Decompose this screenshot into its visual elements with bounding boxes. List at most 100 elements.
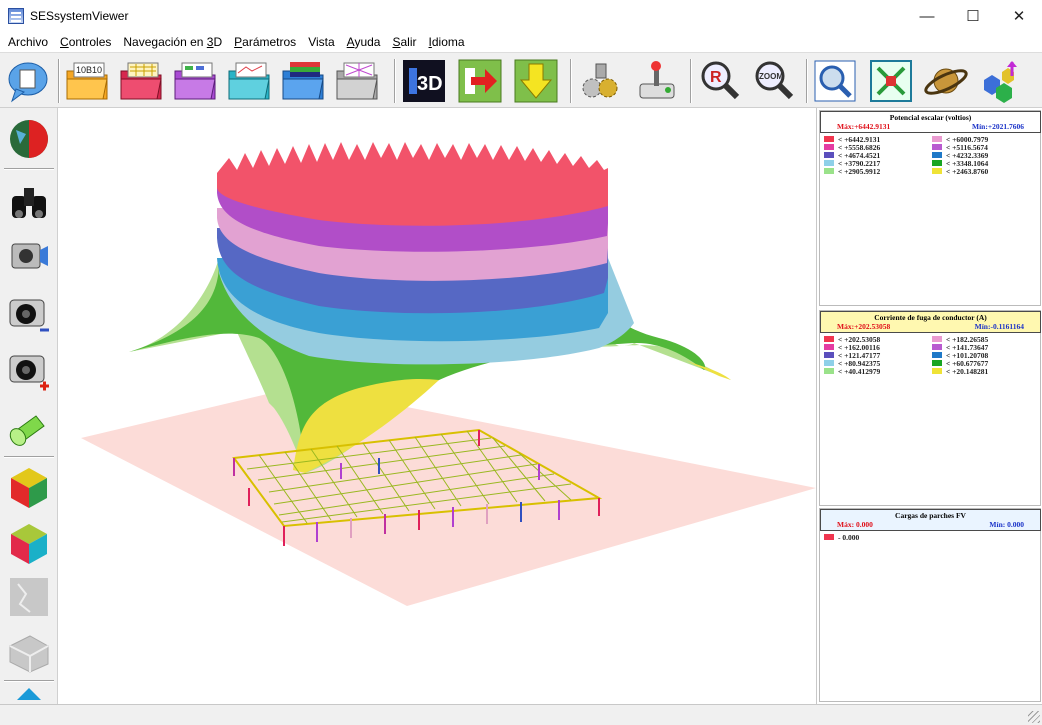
open-map-button[interactable]: [226, 57, 274, 105]
resize-grip-icon[interactable]: [1028, 711, 1040, 723]
color-swatch: [824, 360, 834, 366]
menu-salir[interactable]: Salir: [386, 35, 422, 49]
joystick-icon: [639, 61, 675, 99]
rotate-zoom-button[interactable]: R: [696, 57, 744, 105]
cube-red-button[interactable]: [4, 462, 54, 512]
cubes-up-icon: [984, 61, 1017, 103]
menu-archivo[interactable]: Archivo: [2, 35, 54, 49]
flashlight-icon: [9, 415, 45, 446]
camera-zoom-out-button[interactable]: [4, 288, 54, 338]
legend-title: Cargas de parches FV: [895, 511, 966, 520]
menu-parametros[interactable]: Parámetros: [228, 35, 302, 49]
menu-ayuda[interactable]: Ayuda: [341, 35, 387, 49]
color-swatch: [932, 168, 942, 174]
half-sphere-button[interactable]: [4, 114, 54, 164]
maximize-button[interactable]: ☐: [950, 0, 996, 32]
legend-row: < +2463.8760: [932, 167, 1040, 176]
app-icon: [8, 8, 24, 24]
cubes-up-button[interactable]: [976, 57, 1024, 105]
fit-window-button[interactable]: [868, 57, 916, 105]
open-data-button[interactable]: 10B10: [64, 57, 112, 105]
svg-text:10B10: 10B10: [76, 65, 102, 75]
zoom-icon: ZOOM: [755, 61, 794, 100]
color-swatch: [932, 336, 942, 342]
menu-vista[interactable]: Vista: [302, 35, 340, 49]
open-stack-button[interactable]: [280, 57, 328, 105]
legend-row: < +20.148281: [932, 367, 1040, 376]
menu-idioma[interactable]: Idioma: [423, 35, 471, 49]
color-swatch: [932, 144, 942, 150]
disabled-brick-icon: [9, 635, 49, 673]
joystick-button[interactable]: [632, 57, 680, 105]
speech-bubble-button[interactable]: [4, 57, 52, 105]
3d-view-icon: 3D: [403, 60, 445, 102]
legend-min: Mín: 0.000: [989, 520, 1024, 529]
legend-min: Mín:-0.1161164: [974, 322, 1024, 331]
svg-text:ZOOM: ZOOM: [759, 72, 783, 81]
open-folder-layers-icon: [174, 62, 216, 100]
color-swatch: [824, 144, 834, 150]
binoculars-icon: [12, 188, 46, 218]
settings-button[interactable]: [576, 57, 624, 105]
legend-title: Corriente de fuga de conductor (A): [874, 313, 987, 322]
minimize-button[interactable]: —: [904, 0, 950, 32]
color-swatch: [932, 160, 942, 166]
disabled-brick-button[interactable]: [4, 626, 54, 676]
title-bar: SESsystemViewer — ☐ ✕: [0, 0, 1042, 32]
arrow-up-button[interactable]: [4, 682, 54, 704]
window-controls: — ☐ ✕: [904, 0, 1042, 32]
legend-max: Máx: 0.000: [837, 520, 873, 529]
legend-row: < +2905.9912: [824, 167, 932, 176]
legend-leakage-current: Corriente de fuga de conductor (A) Máx:+…: [819, 310, 1041, 506]
disabled-panel-button[interactable]: [4, 572, 54, 622]
color-swatch: [824, 352, 834, 358]
color-swatch: [824, 168, 834, 174]
color-swatch: [824, 344, 834, 350]
arrow-down-icon: [514, 59, 558, 103]
arrow-right-icon: [458, 59, 502, 103]
3d-view-button[interactable]: 3D: [400, 57, 448, 105]
settings-gears-icon: [582, 63, 618, 98]
binoculars-button[interactable]: [4, 176, 54, 226]
open-mesh-button[interactable]: [334, 57, 382, 105]
legend-min: Mín:+2021.7606: [972, 122, 1024, 131]
arrow-right-button[interactable]: [456, 57, 504, 105]
status-bar: [0, 704, 1042, 725]
svg-text:R: R: [710, 69, 722, 86]
flashlight-button[interactable]: [4, 400, 54, 450]
open-layers-button[interactable]: [172, 57, 220, 105]
3d-viewport[interactable]: [59, 108, 816, 704]
menu-bar: Archivo Controles Navegación en 3D Parám…: [0, 32, 1042, 52]
saturn-icon: [924, 68, 968, 95]
color-swatch: [932, 368, 942, 374]
arrow-down-button[interactable]: [512, 57, 560, 105]
surface-yellow-edge: [685, 360, 731, 380]
legend-title: Potencial escalar (voltios): [889, 113, 972, 122]
open-grid-button[interactable]: [118, 57, 166, 105]
legend-row: < +40.412979: [824, 367, 932, 376]
camera-zoom-in-button[interactable]: [4, 344, 54, 394]
open-folder-grid-icon: [120, 62, 162, 100]
magnifier-window-icon: [814, 60, 856, 102]
menu-controles[interactable]: Controles: [54, 35, 117, 49]
camcorder-icon: [11, 243, 48, 269]
zoom-button[interactable]: ZOOM: [750, 57, 798, 105]
color-swatch: [824, 336, 834, 342]
legend-panel: Potencial escalar (voltios) Máx:+6442.91…: [816, 108, 1042, 704]
magnifier-window-button[interactable]: [812, 57, 860, 105]
zoom-rotate-icon: R: [701, 61, 740, 100]
color-swatch: [824, 160, 834, 166]
color-swatch: [932, 360, 942, 366]
potential-surface-plot[interactable]: [59, 108, 816, 704]
color-swatch: [932, 152, 942, 158]
menu-navegacion-3d[interactable]: Navegación en 3D: [117, 35, 228, 49]
cube-red-icon: [11, 468, 47, 508]
open-folder-mesh-icon: [336, 62, 378, 100]
saturn-button[interactable]: [922, 57, 970, 105]
cube-green-button[interactable]: [4, 518, 54, 568]
legend-scalar-potential: Potencial escalar (voltios) Máx:+6442.91…: [819, 110, 1041, 306]
close-button[interactable]: ✕: [996, 0, 1042, 32]
legend-row: - 0.000: [824, 533, 1040, 542]
speech-bubble-icon: [8, 62, 48, 103]
camcorder-button[interactable]: [4, 230, 54, 280]
